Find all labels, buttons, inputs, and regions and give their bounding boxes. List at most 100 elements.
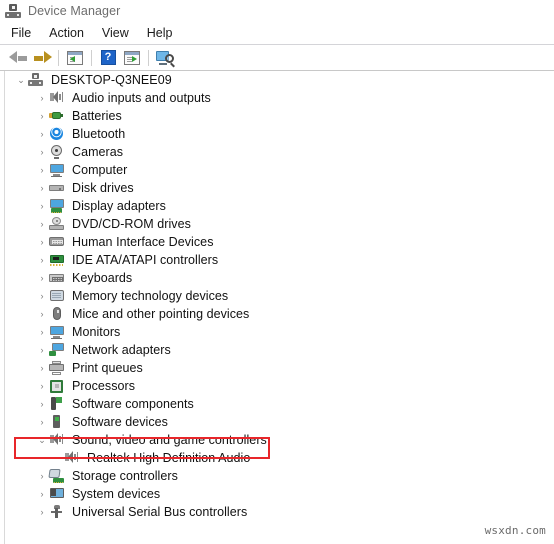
storage-controller-icon (48, 468, 65, 484)
tree-item-label: Batteries (72, 109, 122, 123)
tree-item-memory-technology-devices[interactable]: › Memory technology devices (5, 287, 553, 305)
help-question-icon: ? (100, 50, 116, 65)
usb-icon (49, 504, 65, 520)
tree-item-label: Universal Serial Bus controllers (72, 505, 248, 519)
chevron-right-icon[interactable]: › (35, 399, 49, 409)
battery-icon (49, 108, 65, 124)
tree-item-label: Software devices (72, 415, 168, 429)
camera-icon (49, 144, 65, 160)
chevron-right-icon[interactable]: › (35, 255, 49, 265)
chevron-right-icon[interactable]: › (35, 147, 49, 157)
chevron-right-icon[interactable]: › (35, 237, 49, 247)
tree-item-software-devices[interactable]: › Software devices (5, 413, 553, 431)
monitor-icon (49, 162, 65, 178)
ide-controller-icon (49, 252, 65, 268)
computer-root-icon (28, 72, 44, 88)
tree-item-system-devices[interactable]: › System devices (5, 485, 553, 503)
chevron-right-icon[interactable]: › (35, 345, 49, 355)
tree-item-root[interactable]: ⌄ DESKTOP-Q3NEE09 (5, 71, 553, 89)
chevron-right-icon[interactable]: › (35, 327, 49, 337)
chevron-right-icon[interactable]: › (35, 93, 49, 103)
forward-button[interactable] (30, 47, 54, 69)
help-button[interactable]: ? (96, 47, 120, 69)
tree-item-label: Computer (72, 163, 128, 177)
window-title: Device Manager (28, 4, 121, 18)
tree-item-label: Audio inputs and outputs (72, 91, 211, 105)
tree-item-bluetooth[interactable]: › ⦿ Bluetooth (5, 125, 553, 143)
hid-icon (49, 234, 65, 250)
scan-hardware-icon (156, 50, 175, 68)
tree-item-label: Display adapters (72, 199, 166, 213)
software-device-icon (49, 414, 65, 430)
chevron-right-icon[interactable]: › (35, 507, 49, 517)
tree-item-dvd-cd-rom-drives[interactable]: › DVD/CD-ROM drives (5, 215, 553, 233)
scan-for-hardware-changes-button[interactable] (153, 47, 177, 69)
toolbar-separator (91, 49, 92, 66)
tree-item-label: Monitors (72, 325, 121, 339)
tree-item-batteries[interactable]: › Batteries (5, 107, 553, 125)
tree-item-human-interface-devices[interactable]: › Human Interface Devices (5, 233, 553, 251)
chevron-right-icon[interactable]: › (35, 201, 49, 211)
display-adapter-icon (49, 198, 65, 214)
mouse-icon (49, 306, 65, 322)
tree-item-label: Processors (72, 379, 136, 393)
chevron-right-icon[interactable]: › (35, 363, 49, 373)
chevron-right-icon[interactable]: › (35, 183, 49, 193)
tree-item-computer[interactable]: › Computer (5, 161, 553, 179)
menu-file[interactable]: File (11, 24, 40, 42)
tree-item-processors[interactable]: › Processors (5, 377, 553, 395)
tree-item-label: Software components (72, 397, 194, 411)
chevron-right-icon[interactable]: › (35, 111, 49, 121)
tree-item-label: IDE ATA/ATAPI controllers (72, 253, 219, 267)
tree-item-label: Storage controllers (72, 469, 178, 483)
tree-item-ide-ata-atapi-controllers[interactable]: › IDE ATA/ATAPI controllers (5, 251, 553, 269)
tree-item-display-adapters[interactable]: › Display adapters (5, 197, 553, 215)
tree-item-mice-and-other-pointing-devices[interactable]: › Mice and other pointing devices (5, 305, 553, 323)
chevron-down-icon[interactable]: ⌄ (14, 75, 28, 85)
tree-item-label: Network adapters (72, 343, 171, 357)
tree-item-label: DVD/CD-ROM drives (72, 217, 191, 231)
chevron-right-icon[interactable]: › (35, 129, 49, 139)
console-tree-icon (67, 50, 83, 65)
chevron-right-icon[interactable]: › (35, 219, 49, 229)
chevron-right-icon[interactable]: › (35, 489, 49, 499)
chevron-right-icon[interactable]: › (35, 291, 49, 301)
forward-arrow-icon (33, 51, 52, 65)
back-button[interactable] (6, 47, 30, 69)
tree-item-keyboards[interactable]: › Keyboards (5, 269, 553, 287)
chevron-right-icon[interactable]: › (35, 471, 49, 481)
tree-item-label: Keyboards (72, 271, 133, 285)
chevron-right-icon[interactable]: › (35, 381, 49, 391)
device-tree[interactable]: ⌄ DESKTOP-Q3NEE09 › Audio inputs and out… (4, 71, 553, 544)
tree-item-universal-serial-bus-controllers[interactable]: › Universal Serial Bus controllers (5, 503, 553, 521)
tree-item-realtek-high-definition-audio[interactable]: Realtek High Definition Audio (5, 449, 553, 467)
chevron-right-icon[interactable]: › (35, 309, 49, 319)
properties-button[interactable] (120, 47, 144, 69)
tree-item-network-adapters[interactable]: › Network adapters (5, 341, 553, 359)
speaker-icon (49, 432, 65, 448)
tree-item-print-queues[interactable]: › Print queues (5, 359, 553, 377)
tree-item-sound-video-and-game-controllers[interactable]: ⌄ Sound, video and game controllers (5, 431, 553, 449)
toolbar-separator (148, 49, 149, 66)
chevron-right-icon[interactable]: › (35, 273, 49, 283)
tree-item-label: Disk drives (72, 181, 134, 195)
processor-icon (49, 378, 65, 394)
tree-item-disk-drives[interactable]: › Disk drives (5, 179, 553, 197)
network-adapter-icon (49, 342, 65, 358)
show-hide-console-tree-button[interactable] (63, 47, 87, 69)
chevron-right-icon[interactable]: › (35, 165, 49, 175)
menu-bar: File Action View Help (0, 22, 554, 45)
menu-help[interactable]: Help (147, 24, 182, 42)
software-component-icon (49, 396, 65, 412)
properties-window-icon (124, 50, 140, 65)
tree-item-storage-controllers[interactable]: › Storage controllers (5, 467, 553, 485)
tree-item-cameras[interactable]: › Cameras (5, 143, 553, 161)
tree-item-monitors[interactable]: › Monitors (5, 323, 553, 341)
keyboard-icon (49, 270, 65, 286)
menu-view[interactable]: View (102, 24, 138, 42)
chevron-down-icon[interactable]: ⌄ (35, 435, 49, 445)
tree-item-audio-inputs-and-outputs[interactable]: › Audio inputs and outputs (5, 89, 553, 107)
chevron-right-icon[interactable]: › (35, 417, 49, 427)
menu-action[interactable]: Action (49, 24, 93, 42)
tree-item-software-components[interactable]: › Software components (5, 395, 553, 413)
